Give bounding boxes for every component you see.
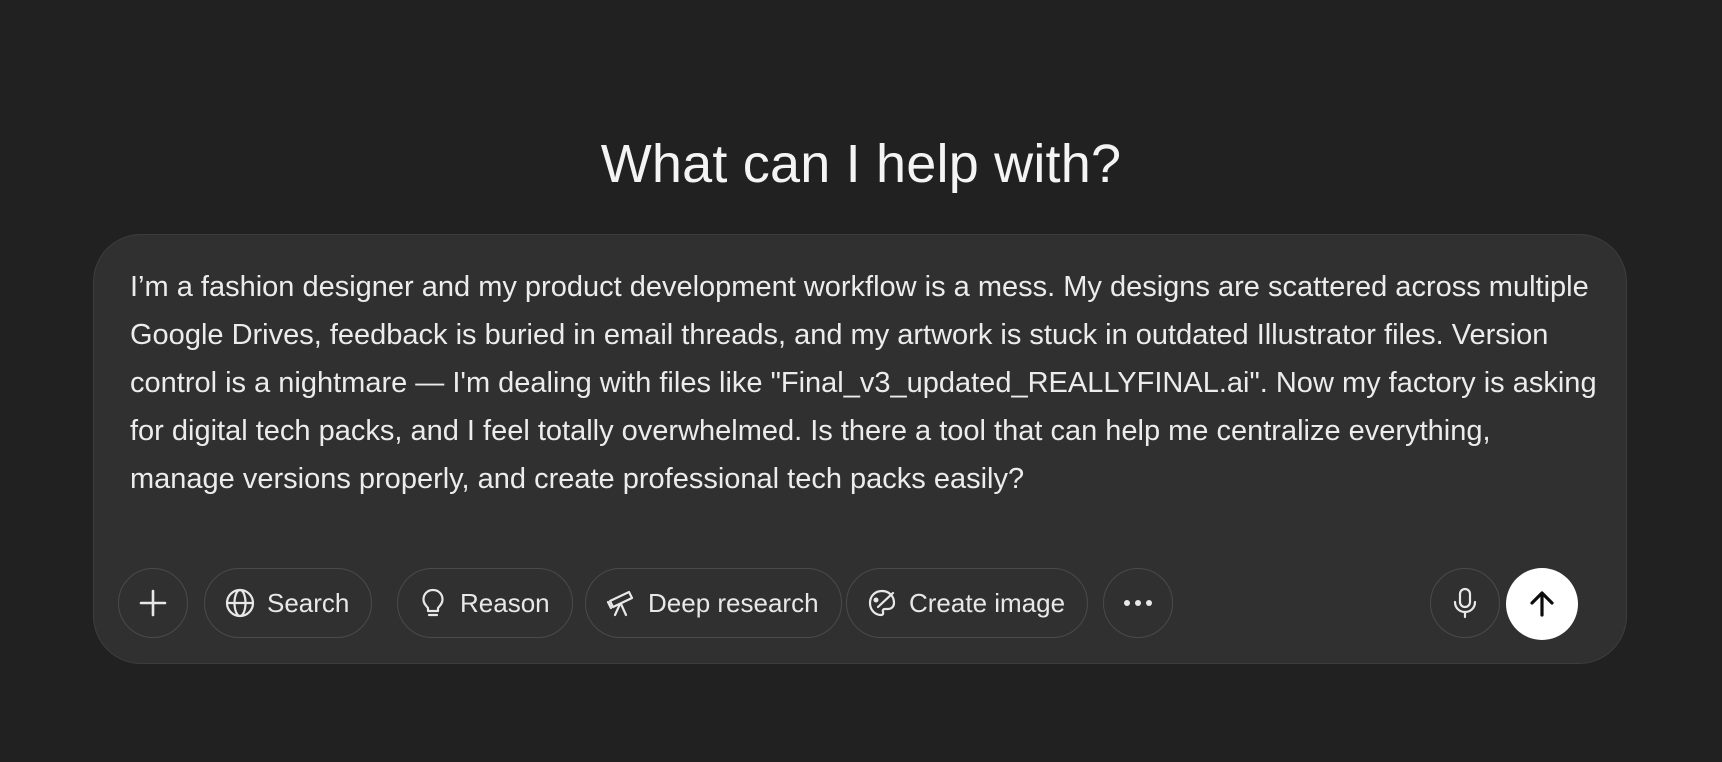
create-image-button-label: Create image bbox=[909, 587, 1066, 618]
composer-toolbar: Search Reason Deep research Create image bbox=[118, 568, 1602, 640]
add-button[interactable] bbox=[118, 568, 188, 638]
reason-button-label: Reason bbox=[460, 587, 550, 618]
lightbulb-icon bbox=[416, 586, 450, 620]
voice-input-button[interactable] bbox=[1430, 568, 1500, 638]
deep-research-button[interactable]: Deep research bbox=[585, 568, 842, 638]
send-button[interactable] bbox=[1506, 568, 1578, 640]
plus-icon bbox=[136, 586, 170, 620]
globe-icon bbox=[223, 586, 257, 620]
create-image-button[interactable]: Create image bbox=[846, 568, 1089, 638]
paint-palette-icon bbox=[865, 586, 899, 620]
prompt-composer: I’m a fashion designer and my product de… bbox=[93, 234, 1627, 664]
search-button-label: Search bbox=[267, 587, 350, 618]
prompt-input[interactable]: I’m a fashion designer and my product de… bbox=[130, 263, 1600, 503]
telescope-icon bbox=[604, 586, 638, 620]
microphone-icon bbox=[1448, 586, 1482, 620]
reason-button[interactable]: Reason bbox=[397, 568, 573, 638]
arrow-up-icon bbox=[1526, 588, 1558, 620]
more-tools-button[interactable] bbox=[1103, 568, 1173, 638]
ellipsis-icon bbox=[1121, 586, 1155, 620]
page: What can I help with? I’m a fashion desi… bbox=[0, 0, 1722, 762]
search-button[interactable]: Search bbox=[204, 568, 373, 638]
deep-research-button-label: Deep research bbox=[648, 587, 819, 618]
page-title: What can I help with? bbox=[600, 134, 1122, 195]
